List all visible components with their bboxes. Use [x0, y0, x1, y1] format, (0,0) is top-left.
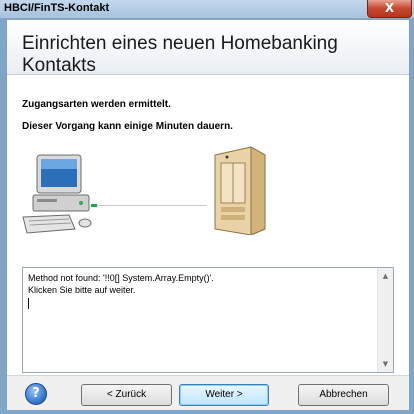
wizard-header: Einrichten eines neuen Homebanking Konta… — [7, 20, 409, 76]
duration-message: Dieser Vorgang kann einige Minuten dauer… — [22, 121, 233, 132]
button-bar: ? < Zurück Weiter > Abbrechen — [7, 375, 409, 410]
scroll-down-arrow-icon[interactable]: ▼ — [378, 357, 393, 371]
dialog-client-area: Einrichten eines neuen Homebanking Konta… — [6, 19, 410, 410]
connection-indicator — [91, 204, 97, 207]
title-bar[interactable]: HBCI/FinTS-Kontakt X — [0, 0, 414, 19]
help-icon[interactable]: ? — [25, 383, 47, 405]
computer-icon — [22, 154, 92, 234]
status-message: Zugangsarten werden ermittelt. — [22, 99, 171, 110]
vertical-scrollbar[interactable]: ▲ ▼ — [377, 268, 393, 372]
text-caret — [28, 298, 29, 309]
dialog-window: HBCI/FinTS-Kontakt X Einrichten eines ne… — [0, 0, 414, 414]
page-title: Einrichten eines neuen Homebanking Konta… — [22, 33, 338, 76]
window-title: HBCI/FinTS-Kontakt — [4, 2, 110, 14]
scroll-up-arrow-icon[interactable]: ▲ — [378, 269, 393, 283]
log-textarea[interactable]: Method not found: '!!0[] System.Array.Em… — [22, 267, 394, 373]
server-icon — [214, 146, 266, 235]
log-line: Klicken Sie bitte auf weiter. — [28, 285, 136, 295]
close-button[interactable]: X — [367, 0, 412, 18]
connection-line — [93, 205, 207, 206]
log-line: Method not found: '!!0[] System.Array.Em… — [28, 273, 214, 283]
cancel-button[interactable]: Abbrechen — [298, 384, 389, 406]
back-button[interactable]: < Zurück — [81, 384, 172, 406]
next-button[interactable]: Weiter > — [179, 384, 269, 406]
